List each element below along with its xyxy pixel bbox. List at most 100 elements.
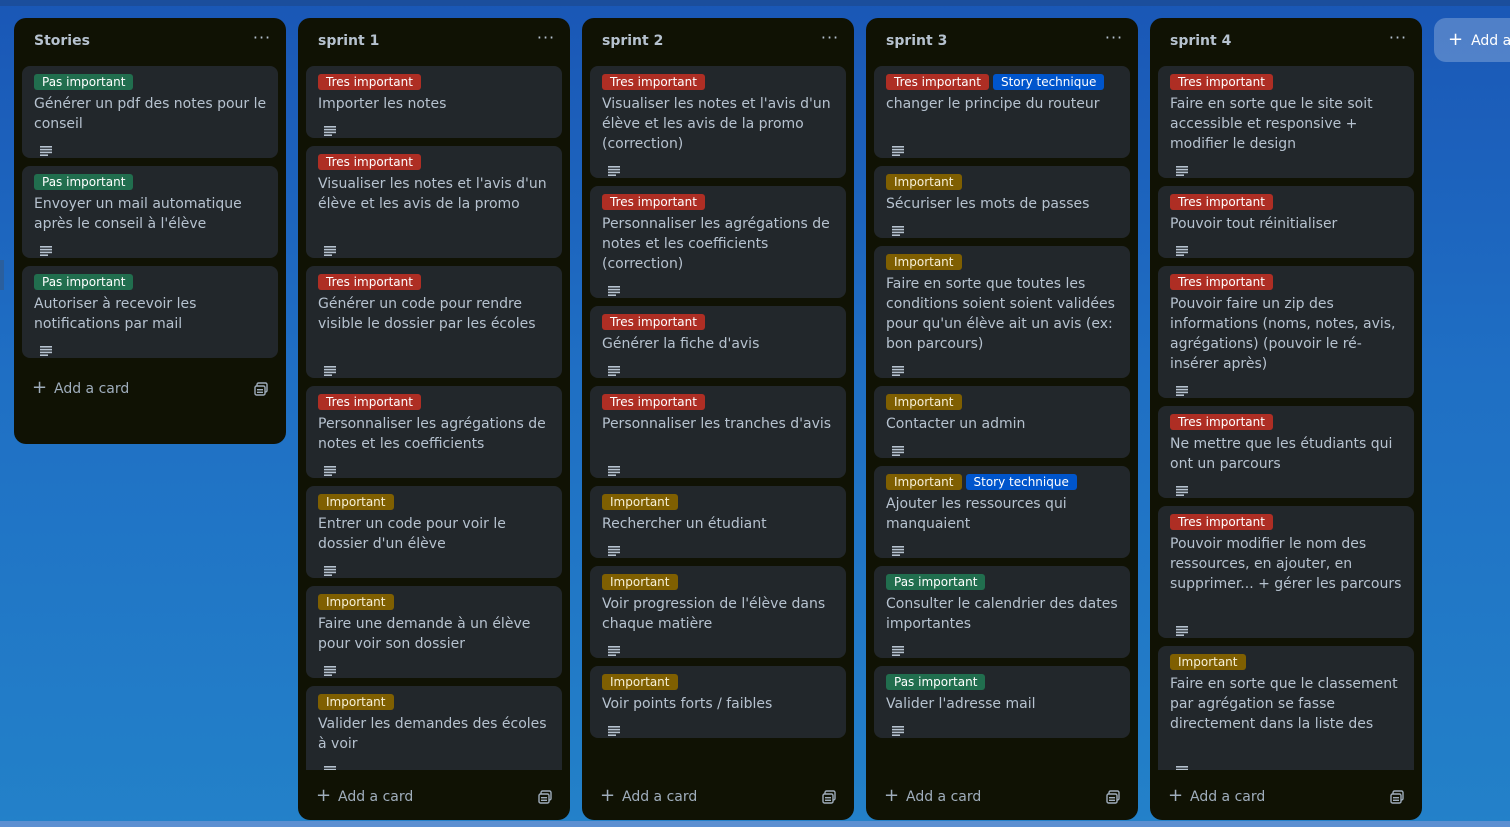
list-title[interactable]: sprint 3: [886, 33, 947, 49]
add-card-button[interactable]: + Add a card: [306, 780, 536, 812]
card[interactable]: Important Rechercher un étudiant: [590, 486, 846, 558]
card[interactable]: Tres important Importer les notes: [306, 66, 562, 138]
label-important[interactable]: Important: [886, 474, 962, 490]
card[interactable]: Tres important Pouvoir modifier le nom de…: [1158, 506, 1414, 638]
label-story-technique[interactable]: Story technique: [965, 474, 1077, 490]
label-tres-important[interactable]: Tres important: [602, 74, 705, 90]
more-options-icon[interactable]: ···: [534, 26, 558, 50]
card[interactable]: Pas important Autoriser à recevoir les no…: [22, 266, 278, 358]
more-options-icon[interactable]: ···: [1386, 26, 1410, 50]
label-pas-important[interactable]: Pas important: [34, 274, 134, 290]
list-title[interactable]: sprint 1: [318, 33, 379, 49]
label-pas-important[interactable]: Pas important: [34, 74, 134, 90]
label-important[interactable]: Important: [886, 254, 962, 270]
list-header[interactable]: sprint 4 ···: [1150, 18, 1422, 66]
create-from-template-icon[interactable]: [538, 789, 554, 805]
label-tres-important[interactable]: Tres important: [1170, 194, 1273, 210]
label-tres-important[interactable]: Tres important: [1170, 74, 1273, 90]
more-options-icon[interactable]: ···: [1102, 26, 1126, 50]
card[interactable]: Tres important Ne mettre que les étudiant…: [1158, 406, 1414, 498]
label-tres-important[interactable]: Tres important: [1170, 414, 1273, 430]
card[interactable]: Important Contacter un admin: [874, 386, 1130, 458]
more-options-icon[interactable]: ···: [818, 26, 842, 50]
list-header[interactable]: sprint 1 ···: [298, 18, 570, 66]
card[interactable]: Tres important Visualiser les notes et l'…: [306, 146, 562, 258]
card[interactable]: Important Entrer un code pour voir le dos…: [306, 486, 562, 578]
more-options-icon[interactable]: ···: [250, 26, 274, 50]
label-pas-important[interactable]: Pas important: [34, 174, 134, 190]
label-tres-important[interactable]: Tres important: [1170, 274, 1273, 290]
label-story-technique[interactable]: Story technique: [992, 74, 1105, 90]
card[interactable]: Important Faire en sorte que le classemen…: [1158, 646, 1414, 770]
list-header[interactable]: sprint 2 ···: [582, 18, 854, 66]
card-labels: Tres important: [318, 74, 425, 90]
description-icon: [608, 461, 620, 476]
card-labels: Tres important: [1170, 414, 1277, 430]
label-pas-important[interactable]: Pas important: [886, 674, 986, 690]
create-from-template-icon[interactable]: [254, 381, 270, 397]
list-title[interactable]: sprint 4: [1170, 33, 1231, 49]
label-important[interactable]: Important: [602, 674, 678, 690]
card-title: Générer un code pour rendre visible le d…: [318, 296, 536, 332]
card[interactable]: Important Voir points forts / faibles: [590, 666, 846, 738]
description-icon: [892, 541, 904, 556]
card-labels: Important: [318, 594, 398, 610]
label-tres-important[interactable]: Tres important: [318, 154, 421, 170]
add-card-button[interactable]: + Add a card: [22, 372, 252, 404]
label-tres-important[interactable]: Tres important: [1170, 514, 1273, 530]
add-card-button[interactable]: + Add a card: [874, 780, 1104, 812]
card[interactable]: Pas important Consulter le calendrier des…: [874, 566, 1130, 658]
label-important[interactable]: Important: [318, 594, 394, 610]
card[interactable]: Important Story technique Ajouter les ress…: [874, 466, 1130, 558]
create-from-template-icon[interactable]: [1106, 789, 1122, 805]
card[interactable]: Tres important Faire en sorte que le site…: [1158, 66, 1414, 178]
description-icon: [324, 241, 336, 256]
list-title[interactable]: Stories: [34, 33, 90, 49]
label-important[interactable]: Important: [318, 694, 394, 710]
card[interactable]: Tres important Visualiser les notes et l'…: [590, 66, 846, 178]
label-important[interactable]: Important: [886, 174, 962, 190]
card[interactable]: Pas important Générer un pdf des notes po…: [22, 66, 278, 158]
label-important[interactable]: Important: [1170, 654, 1246, 670]
card[interactable]: Important Faire en sorte que toutes les c…: [874, 246, 1130, 378]
label-important[interactable]: Important: [886, 394, 962, 410]
add-card-button[interactable]: + Add a card: [590, 780, 820, 812]
label-tres-important[interactable]: Tres important: [318, 274, 421, 290]
card[interactable]: Tres important Générer un code pour rendr…: [306, 266, 562, 378]
add-card-button[interactable]: + Add a card: [1158, 780, 1388, 812]
label-important[interactable]: Important: [602, 494, 678, 510]
label-tres-important[interactable]: Tres important: [886, 74, 989, 90]
card-labels: Pas important: [886, 674, 989, 690]
label-important[interactable]: Important: [318, 494, 394, 510]
card[interactable]: Important Sécuriser les mots de passes: [874, 166, 1130, 238]
label-tres-important[interactable]: Tres important: [602, 394, 705, 410]
card[interactable]: Tres important Générer la fiche d'avis: [590, 306, 846, 378]
list-header[interactable]: Stories ···: [14, 18, 286, 66]
label-tres-important[interactable]: Tres important: [602, 194, 705, 210]
card-title: Pouvoir faire un zip des informations (n…: [1170, 296, 1396, 372]
card[interactable]: Important Valider les demandes des écoles…: [306, 686, 562, 770]
card[interactable]: Pas important Valider l'adresse mail: [874, 666, 1130, 738]
label-tres-important[interactable]: Tres important: [602, 314, 705, 330]
list-header[interactable]: sprint 3 ···: [866, 18, 1138, 66]
description-icon: [1176, 481, 1188, 496]
add-list-button[interactable]: + Add another list: [1434, 18, 1510, 62]
create-from-template-icon[interactable]: [1390, 789, 1406, 805]
card[interactable]: Tres important Story technique changer le …: [874, 66, 1130, 158]
card[interactable]: Important Voir progression de l'élève dan…: [590, 566, 846, 658]
card[interactable]: Tres important Personnaliser les agrégati…: [306, 386, 562, 478]
create-from-template-icon[interactable]: [822, 789, 838, 805]
card[interactable]: Tres important Pouvoir tout réinitialiser: [1158, 186, 1414, 258]
label-pas-important[interactable]: Pas important: [886, 574, 986, 590]
card[interactable]: Pas important Envoyer un mail automatique…: [22, 166, 278, 258]
label-tres-important[interactable]: Tres important: [318, 394, 421, 410]
horizontal-scrollbar[interactable]: [0, 821, 1510, 827]
card[interactable]: Tres important Personnaliser les agrégati…: [590, 186, 846, 298]
description-icon: [324, 761, 336, 770]
list-title[interactable]: sprint 2: [602, 33, 663, 49]
label-important[interactable]: Important: [602, 574, 678, 590]
card[interactable]: Important Faire une demande à un élève po…: [306, 586, 562, 678]
card[interactable]: Tres important Pouvoir faire un zip des i…: [1158, 266, 1414, 398]
card[interactable]: Tres important Personnaliser les tranches…: [590, 386, 846, 478]
label-tres-important[interactable]: Tres important: [318, 74, 421, 90]
